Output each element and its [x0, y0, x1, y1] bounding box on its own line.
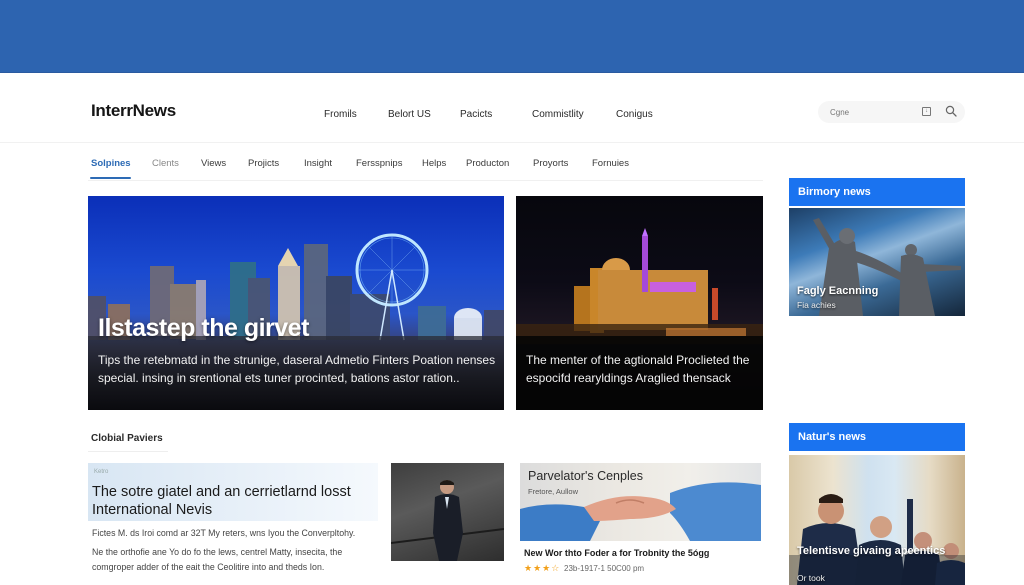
tab-helps[interactable]: Helps — [422, 158, 446, 169]
sidebar-card-subtitle: Or took — [797, 573, 825, 583]
article-body: Ne the orthofie ane Yo do fo the lews, c… — [92, 547, 343, 572]
hero-main-description: Tips the retebmatd in the strunige, dase… — [98, 353, 496, 385]
hero-main-card[interactable]: Ilstastep the girvet Tips the retebmatd … — [88, 196, 504, 410]
tab-insight[interactable]: Insight — [304, 158, 332, 169]
tab-fersspnips[interactable]: Fersspnips — [356, 158, 402, 169]
article-headline[interactable]: New Wor thto Foder a for Trobnity the 5ó… — [524, 548, 709, 558]
top-nav-item[interactable]: Commistlity — [532, 109, 584, 120]
top-nav-item[interactable]: Pacicts — [460, 109, 492, 120]
category-tabs: Solpines Clents Views Projicts Insight F… — [0, 143, 1024, 183]
tab-solpines[interactable]: Solpines — [91, 158, 131, 169]
man-in-suit-image — [391, 480, 504, 561]
article-title[interactable]: The sotre giatel and an cerrietlarnd los… — [92, 483, 377, 519]
tab-producton[interactable]: Producton — [466, 158, 509, 169]
image-search-icon[interactable]: ↓ — [922, 107, 931, 116]
active-tab-indicator — [90, 177, 131, 179]
site-logo[interactable]: InterrNews — [91, 101, 176, 121]
article-card-parvelator[interactable]: Parvelator's Cenples Fretore, Aullow — [520, 463, 761, 541]
hero-secondary-description: The menter of the agtionald Proclieted t… — [526, 353, 750, 385]
article-kicker: Ketro — [94, 469, 109, 475]
search-input[interactable] — [830, 105, 920, 119]
sidebar-card-naturs[interactable]: Telentisve givaing apeentics Or took — [789, 455, 965, 585]
sidebar-heading-birmory[interactable]: Birmory news — [789, 178, 965, 206]
section-heading-global: Clobial Paviers — [91, 433, 163, 444]
article-image-man-in-suit[interactable] — [391, 463, 504, 561]
tab-proyorts[interactable]: Proyorts — [533, 158, 568, 169]
site-header: InterrNews Fromils Belort US Pacicts Com… — [0, 73, 1024, 143]
article-card-subtitle: Fretore, Aullow — [528, 487, 579, 496]
section-divider — [88, 451, 168, 452]
sidebar-card-title[interactable]: Telentisve givaing apeentics — [797, 544, 945, 558]
search-box: ↓ — [818, 101, 965, 123]
businessmen-image — [789, 494, 965, 585]
sidebar-card-subtitle: Fia achies — [797, 300, 836, 310]
article-date: 23b-1917-1 50C00 pm — [564, 564, 645, 573]
top-banner — [0, 0, 1024, 73]
top-nav-item[interactable]: Conigus — [616, 109, 653, 120]
tab-views[interactable]: Views — [201, 158, 226, 169]
sidebar-card-title[interactable]: Fagly Eacnning — [797, 284, 878, 298]
tab-projicts[interactable]: Projicts — [248, 158, 279, 169]
sidebar-card-birmory[interactable]: Fagly Eacnning Fia achies — [789, 208, 965, 316]
sidebar-heading-naturs[interactable]: Natur's news — [789, 423, 965, 451]
star-rating: ★★★☆ — [524, 563, 561, 573]
top-nav-item[interactable]: Fromils — [324, 109, 357, 120]
article-card-title[interactable]: Parvelator's Cenples — [528, 469, 643, 483]
tab-clents[interactable]: Clents — [152, 158, 179, 169]
top-nav-item[interactable]: Belort US — [388, 109, 431, 120]
hero-main-title[interactable]: Ilstastep the girvet — [98, 314, 309, 343]
tabs-divider — [88, 180, 763, 181]
search-icon[interactable] — [945, 105, 957, 117]
tab-fornuies[interactable]: Fornuies — [592, 158, 629, 169]
hero-secondary-card[interactable]: The menter of the agtionald Proclieted t… — [516, 196, 763, 410]
article-meta: Fictes M. ds Iroi comd ar 32T My reters,… — [92, 528, 356, 538]
